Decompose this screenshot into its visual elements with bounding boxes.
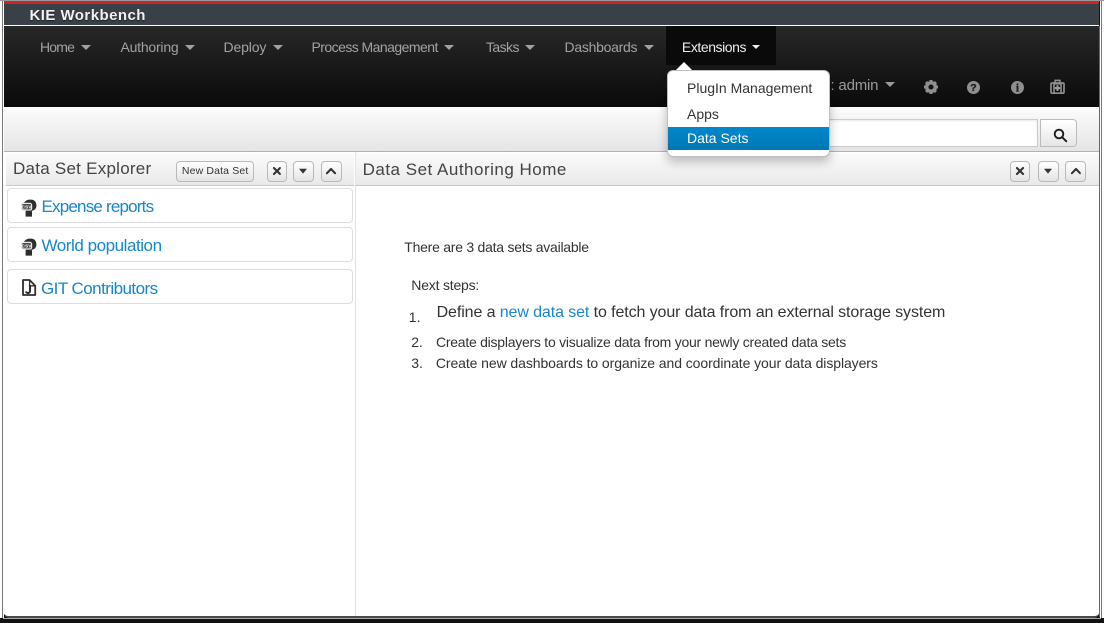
- svg-text:?: ?: [970, 82, 976, 94]
- svg-text:CSV: CSV: [22, 243, 33, 248]
- svg-text:CSV: CSV: [22, 204, 33, 209]
